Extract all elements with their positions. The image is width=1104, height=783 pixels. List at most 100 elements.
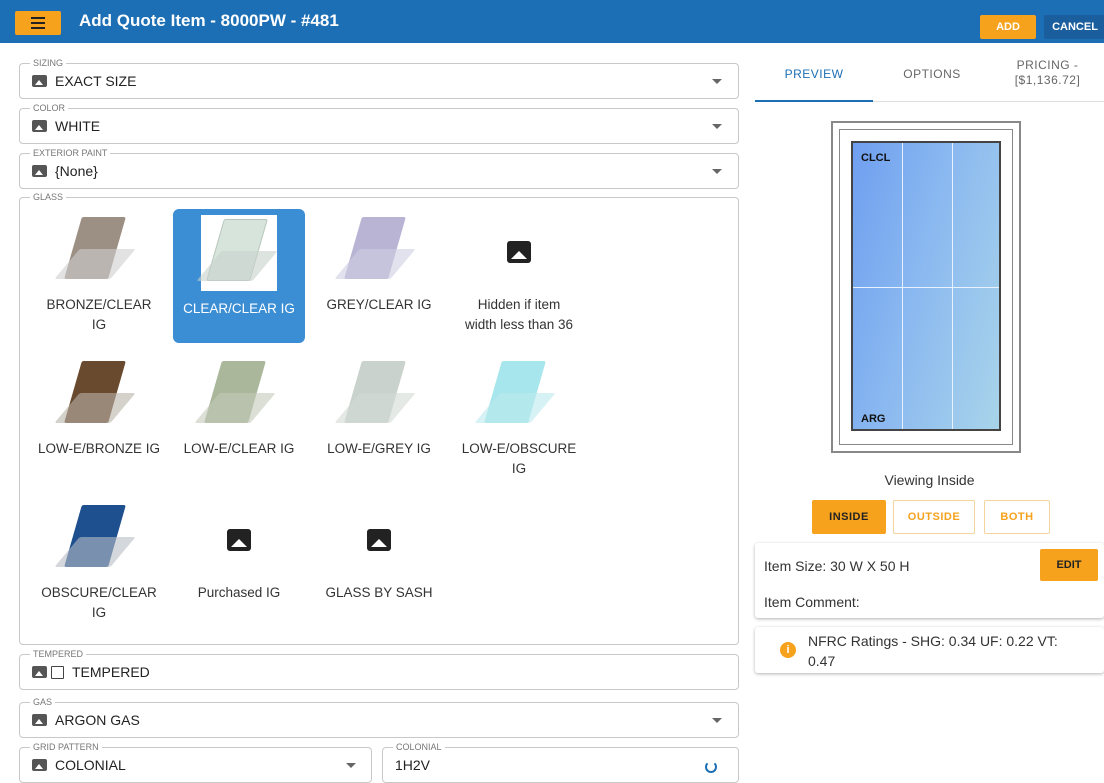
glass-option-lowe-grey[interactable]: LOW-E/GREY IG xyxy=(313,357,445,487)
glass-label: LOW-E/BRONZE IG xyxy=(37,441,160,456)
exterior-paint-value: {None} xyxy=(55,163,98,179)
glass-option-lowe-bronze[interactable]: LOW-E/BRONZE IG xyxy=(33,357,165,487)
image-icon xyxy=(32,165,47,177)
exterior-paint-select[interactable]: EXTERIOR PAINT {None} xyxy=(19,148,739,189)
add-button[interactable]: ADD xyxy=(980,15,1036,39)
image-placeholder-icon xyxy=(227,529,251,551)
glass-option-lowe-clear[interactable]: LOW-E/CLEAR IG xyxy=(173,357,305,487)
sizing-legend: SIZING xyxy=(30,58,67,69)
window-preview: CLCL ARG xyxy=(831,121,1021,453)
glass-option-bronze-clear[interactable]: BRONZE/CLEAR IG xyxy=(33,213,165,343)
tab-preview[interactable]: PREVIEW xyxy=(755,67,873,81)
glass-label: LOW-E/CLEAR IG xyxy=(183,441,295,456)
item-comment-label: Item Comment: xyxy=(764,594,860,610)
glass-swatch xyxy=(334,357,419,433)
grid-mullion xyxy=(902,143,903,429)
color-value: WHITE xyxy=(55,118,101,134)
gas-code-label: ARG xyxy=(861,413,886,425)
glass-option-obscure-clear[interactable]: OBSCURE/CLEAR IG xyxy=(33,501,165,631)
image-placeholder-icon xyxy=(507,241,531,263)
tab-pricing[interactable]: PRICING - [$1,136.72] xyxy=(991,58,1104,88)
pricing-value: [$1,136.72] xyxy=(1014,73,1081,87)
image-icon xyxy=(32,120,47,132)
colonial-value: 1H2V xyxy=(395,757,431,773)
image-icon xyxy=(32,666,47,678)
chevron-down-icon[interactable] xyxy=(712,79,722,84)
glass-swatch xyxy=(54,213,139,289)
chevron-down-icon[interactable] xyxy=(712,169,722,174)
glass-swatch xyxy=(339,501,419,577)
both-button[interactable]: BOTH xyxy=(984,500,1050,534)
pricing-label: PRICING - xyxy=(1016,58,1079,72)
glass-swatch xyxy=(194,357,279,433)
glass-label: IG xyxy=(91,605,107,620)
glass-label: IG xyxy=(91,317,107,332)
page-title: Add Quote Item - 8000PW - #481 xyxy=(79,11,339,30)
menu-icon[interactable] xyxy=(15,11,61,35)
glass-legend: GLASS xyxy=(30,192,67,203)
tab-options[interactable]: OPTIONS xyxy=(873,67,991,81)
gas-select[interactable]: GAS ARGON GAS xyxy=(19,697,739,738)
tempered-label: TEMPERED xyxy=(72,664,150,680)
color-legend: COLOR xyxy=(30,103,69,114)
glass-label: BRONZE/CLEAR xyxy=(46,297,152,312)
outside-button[interactable]: OUTSIDE xyxy=(893,500,975,534)
viewing-label: Viewing Inside xyxy=(884,472,975,488)
chevron-down-icon[interactable] xyxy=(712,718,722,723)
grid-mullion xyxy=(853,287,999,288)
image-icon xyxy=(32,75,47,87)
inside-button[interactable]: INSIDE xyxy=(812,500,886,534)
nfrc-line: 0.47 xyxy=(808,653,836,669)
glass-swatch xyxy=(199,501,279,577)
app-header: Add Quote Item - 8000PW - #481 ADD CANCE… xyxy=(0,0,1104,43)
glass-option-hidden[interactable]: Hidden if item width less than 36 xyxy=(453,213,585,343)
glass-label: OBSCURE/CLEAR xyxy=(41,585,157,600)
image-icon xyxy=(32,759,47,771)
glass-label: LOW-E/GREY IG xyxy=(327,441,431,456)
glass-label: IG xyxy=(511,461,527,476)
tempered-checkbox[interactable] xyxy=(51,665,64,679)
sizing-select[interactable]: SIZING EXACT SIZE xyxy=(19,58,739,99)
glass-swatch xyxy=(196,215,278,291)
nfrc-line: NFRC Ratings - SHG: 0.34 UF: 0.22 VT: xyxy=(808,633,1058,649)
glass-swatch xyxy=(479,213,559,289)
chevron-down-icon[interactable] xyxy=(712,124,722,129)
glass-swatch xyxy=(334,213,419,289)
glass-label: width less than 36 xyxy=(464,317,574,332)
window-glass: CLCL ARG xyxy=(851,141,1001,431)
gas-legend: GAS xyxy=(30,697,56,708)
refresh-icon[interactable] xyxy=(705,761,717,773)
tab-active-indicator xyxy=(755,100,873,102)
glass-label: GREY/CLEAR IG xyxy=(326,297,432,312)
glass-option-clear-clear[interactable]: CLEAR/CLEAR IG xyxy=(173,209,305,343)
image-icon xyxy=(32,714,47,726)
colonial-field[interactable]: COLONIAL 1H2V xyxy=(382,742,739,783)
cancel-button[interactable]: CANCEL xyxy=(1044,15,1104,39)
glass-option-lowe-obscure[interactable]: LOW-E/OBSCURE IG xyxy=(453,357,585,487)
gas-value: ARGON GAS xyxy=(55,712,140,728)
sizing-value: EXACT SIZE xyxy=(55,73,137,89)
glass-swatch xyxy=(54,357,139,433)
grid-pattern-legend: GRID PATTERN xyxy=(30,742,102,753)
color-select[interactable]: COLOR WHITE xyxy=(19,103,739,144)
info-icon: i xyxy=(780,642,796,658)
grid-mullion xyxy=(952,143,953,429)
colonial-legend: COLONIAL xyxy=(393,742,445,753)
glass-label: CLEAR/CLEAR IG xyxy=(183,301,295,316)
glass-label: Purchased IG xyxy=(197,585,281,600)
exterior-paint-legend: EXTERIOR PAINT xyxy=(30,148,111,159)
glass-code-label: CLCL xyxy=(861,152,891,164)
grid-pattern-value: COLONIAL xyxy=(55,757,126,773)
glass-swatch xyxy=(474,357,559,433)
glass-label: GLASS BY SASH xyxy=(325,585,433,600)
chevron-down-icon[interactable] xyxy=(346,763,356,768)
glass-option-purchased[interactable]: Purchased IG xyxy=(173,501,305,631)
glass-option-by-sash[interactable]: GLASS BY SASH xyxy=(313,501,445,631)
edit-button[interactable]: EDIT xyxy=(1040,549,1098,581)
glass-label: Hidden if item xyxy=(477,297,561,312)
image-placeholder-icon xyxy=(367,529,391,551)
tempered-legend: TEMPERED xyxy=(30,649,87,660)
glass-label: LOW-E/OBSCURE xyxy=(461,441,577,456)
glass-option-grey-clear[interactable]: GREY/CLEAR IG xyxy=(313,213,445,343)
grid-pattern-select[interactable]: GRID PATTERN COLONIAL xyxy=(19,742,372,783)
